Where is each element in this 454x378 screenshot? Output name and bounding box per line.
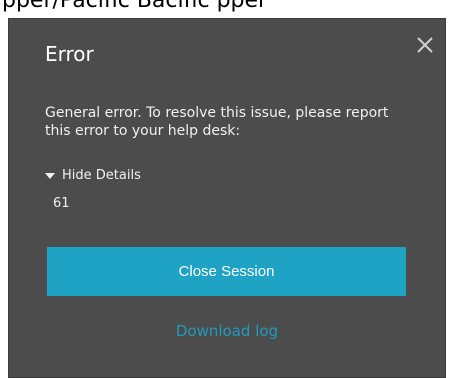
error-message: General error. To resolve this issue, pl…: [45, 105, 389, 139]
hide-details-toggle[interactable]: Hide Details: [45, 168, 141, 183]
background-caption-strip: pper/Pacific Bacific pper: [0, 0, 454, 18]
dialog-title: Error: [45, 42, 94, 66]
close-session-label: Close Session: [178, 263, 275, 280]
close-icon[interactable]: [415, 35, 435, 55]
background-caption-text: pper/Pacific Bacific pper: [2, 0, 268, 13]
close-session-button[interactable]: Close Session: [47, 247, 406, 296]
download-log-link[interactable]: Download log: [0, 322, 454, 340]
hide-details-label: Hide Details: [62, 168, 141, 183]
caret-down-icon: [45, 172, 55, 179]
error-code: 61: [53, 196, 70, 211]
